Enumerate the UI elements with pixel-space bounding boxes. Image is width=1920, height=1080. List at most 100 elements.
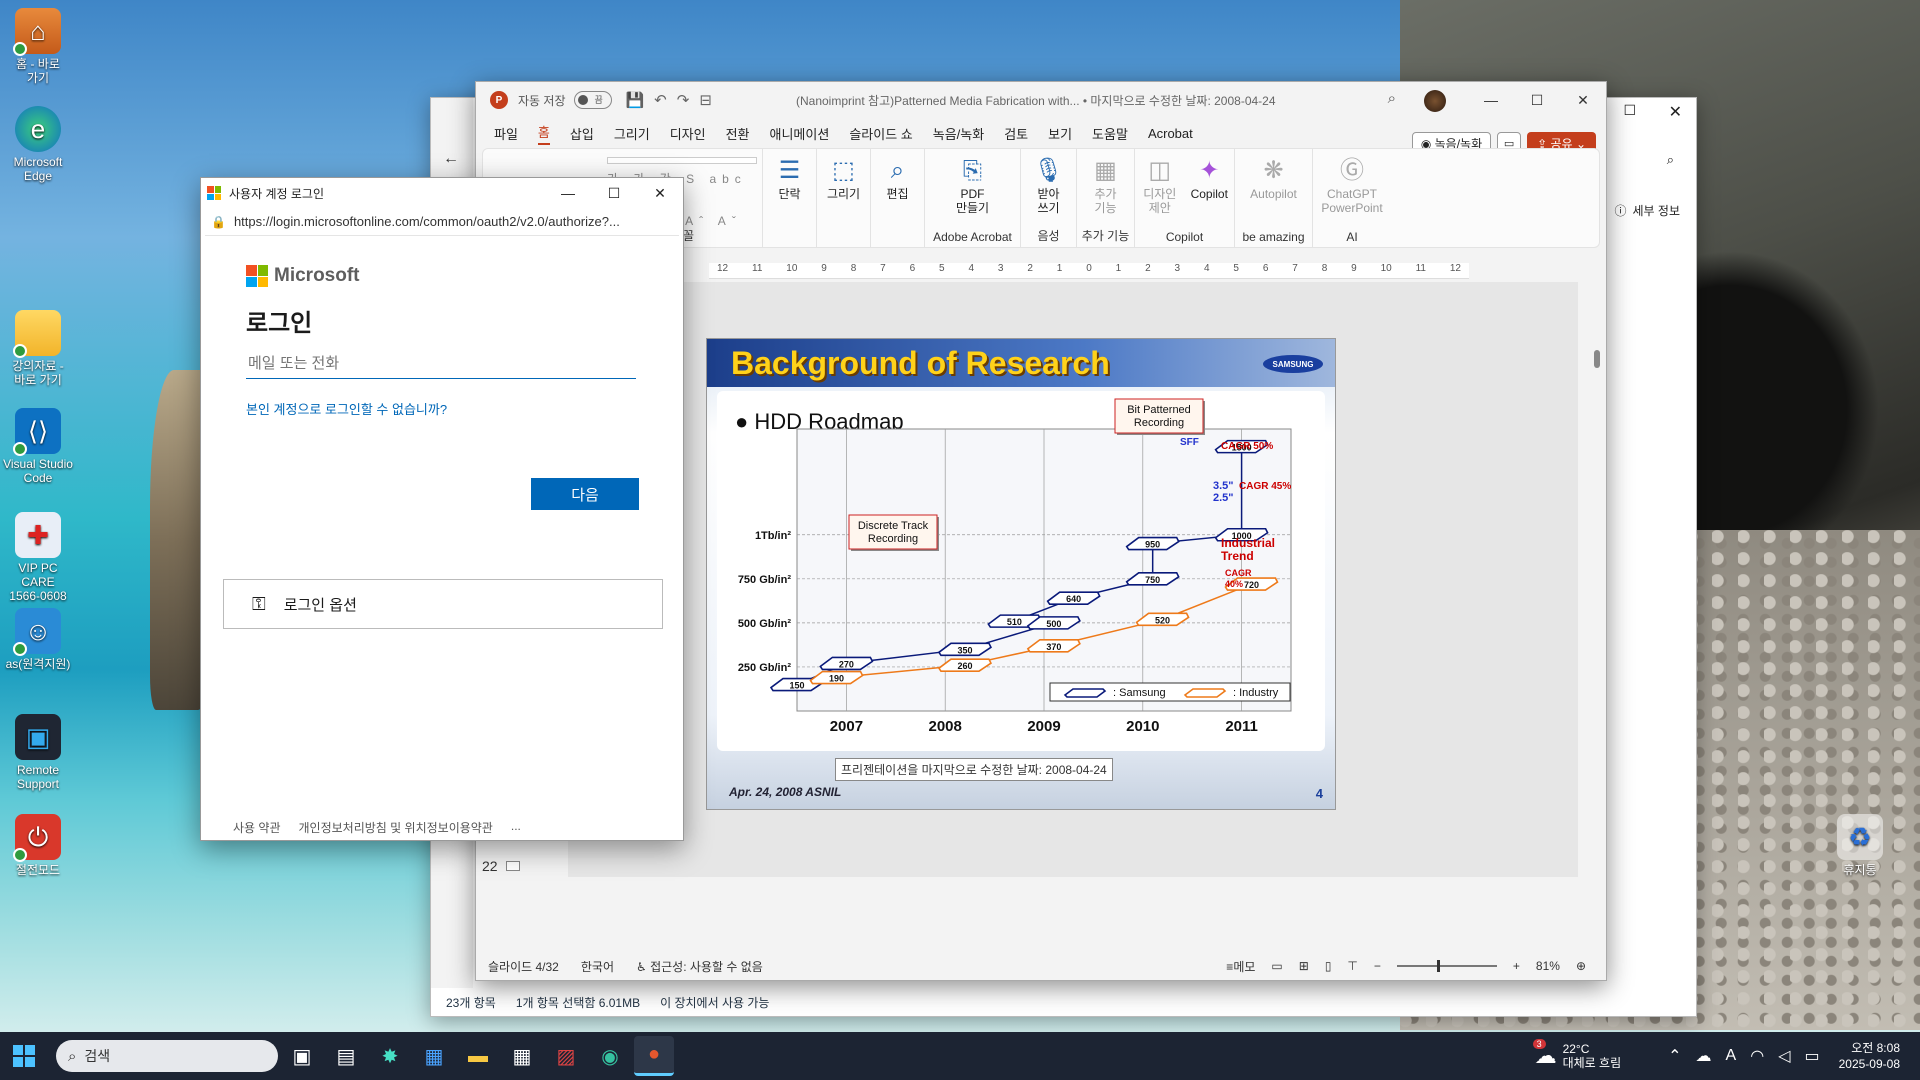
desktop-icon-label: 강의자료 - 바로 가기 bbox=[12, 359, 64, 387]
font-family-select[interactable] bbox=[607, 157, 757, 164]
signin-options-button[interactable]: ⚿ 로그인 옵션 bbox=[223, 579, 663, 629]
terms-link[interactable]: 사용 약관 bbox=[233, 819, 281, 836]
reading-view-icon[interactable]: ▯ bbox=[1325, 959, 1332, 973]
tab-view[interactable]: 보기 bbox=[1048, 124, 1072, 143]
volume-icon[interactable]: ◁ bbox=[1778, 1046, 1790, 1066]
tab-acrobat[interactable]: Acrobat bbox=[1148, 126, 1193, 141]
powerpoint-taskbar-icon[interactable]: ● bbox=[634, 1036, 674, 1076]
explorer-details-button[interactable]: ⓘ 세부 정보 bbox=[1614, 202, 1680, 219]
accessibility-status[interactable]: ♿ 접근성: 사용할 수 없음 bbox=[636, 958, 763, 975]
voice-group-label: 음성 bbox=[1037, 229, 1060, 243]
onedrive-icon[interactable]: ☁ bbox=[1696, 1046, 1712, 1066]
explorer-maximize-icon[interactable]: ☐ bbox=[1623, 102, 1636, 119]
chevron-up-icon[interactable]: ⌃ bbox=[1668, 1046, 1681, 1066]
ruler-tick: 7 bbox=[880, 263, 886, 274]
minimize-icon[interactable]: — bbox=[545, 178, 591, 208]
ribbon-group-paragraph: ☰ 단락 bbox=[763, 149, 817, 247]
draw-button[interactable]: ⬚ 그리기 bbox=[819, 155, 869, 201]
tab-slideshow[interactable]: 슬라이드 쇼 bbox=[849, 124, 912, 143]
desktop-icon-power[interactable]: ⏻ 절전모드 bbox=[2, 814, 74, 877]
tab-review[interactable]: 검토 bbox=[1004, 124, 1028, 143]
app-icon[interactable]: ▦ bbox=[414, 1036, 454, 1076]
autopilot-button[interactable]: ❋ Autopilot bbox=[1249, 155, 1299, 201]
explorer-back-button[interactable]: ← bbox=[443, 150, 459, 168]
maximize-icon[interactable]: ☐ bbox=[591, 178, 637, 208]
app-icon[interactable]: ▨ bbox=[546, 1036, 586, 1076]
tab-record[interactable]: 녹음/녹화 bbox=[933, 124, 984, 143]
desktop-icon-label: Microsoft Edge bbox=[13, 155, 63, 183]
normal-view-icon[interactable]: ▭ bbox=[1271, 959, 1282, 973]
chatgpt-button[interactable]: Ⓖ ChatGPT PowerPoint bbox=[1317, 155, 1387, 215]
zoom-slider[interactable] bbox=[1396, 960, 1497, 972]
ime-indicator[interactable]: A bbox=[1726, 1047, 1737, 1065]
app-icon[interactable]: ✸ bbox=[370, 1036, 410, 1076]
minimize-icon[interactable]: — bbox=[1468, 82, 1514, 118]
dictate-button[interactable]: 🎙 받아 쓰기 bbox=[1024, 155, 1074, 215]
next-button[interactable]: 다음 bbox=[531, 478, 639, 510]
tab-home[interactable]: 홈 bbox=[537, 122, 550, 145]
vertical-scrollbar[interactable] bbox=[1592, 282, 1602, 877]
zoom-in-button[interactable]: + bbox=[1513, 959, 1520, 973]
wifi-icon[interactable]: ◠ bbox=[1750, 1046, 1764, 1066]
create-pdf-button[interactable]: ⎘ PDF 만들기 bbox=[948, 155, 998, 215]
clock[interactable]: 오전 8:08 2025-09-08 bbox=[1839, 1040, 1900, 1072]
desktop-icon-remote-assist[interactable]: ☺ as(원격지원) bbox=[2, 608, 74, 671]
tab-transitions[interactable]: 전환 bbox=[726, 124, 750, 143]
close-icon[interactable]: ✕ bbox=[1560, 82, 1606, 118]
tab-animations[interactable]: 애니메이션 bbox=[770, 124, 830, 143]
desktop-icon-edge[interactable]: e Microsoft Edge bbox=[2, 106, 74, 183]
tab-help[interactable]: 도움말 bbox=[1092, 124, 1128, 143]
tab-design[interactable]: 디자인 bbox=[670, 124, 706, 143]
email-field[interactable] bbox=[246, 349, 636, 379]
data-label: 500 bbox=[1046, 619, 1061, 629]
maximize-icon[interactable]: ☐ bbox=[1514, 82, 1560, 118]
slideshow-view-icon[interactable]: ⊤ bbox=[1347, 959, 1357, 973]
desktop-icon-recycle-bin[interactable]: ♻ 휴지통 bbox=[1824, 814, 1896, 877]
notes-button[interactable]: ≡메모 bbox=[1226, 958, 1255, 975]
desktop-icon-vscode[interactable]: ⟨⟩ Visual Studio Code bbox=[2, 408, 74, 485]
language-indicator[interactable]: 한국어 bbox=[581, 958, 614, 975]
slide-thumbnail[interactable]: 22 bbox=[482, 858, 520, 874]
url-bar[interactable]: 🔒 https://login.microsoftonline.com/comm… bbox=[205, 208, 679, 236]
tab-insert[interactable]: 삽입 bbox=[570, 124, 594, 143]
file-explorer-icon[interactable]: ▬ bbox=[458, 1036, 498, 1076]
zoom-level[interactable]: 81% bbox=[1536, 959, 1560, 973]
avatar[interactable] bbox=[1424, 90, 1446, 112]
close-icon[interactable]: ✕ bbox=[637, 178, 683, 208]
search-icon[interactable]: ⌕ bbox=[1388, 90, 1396, 107]
addins-button[interactable]: ▦ 추가 기능 bbox=[1081, 155, 1131, 215]
edge-icon[interactable]: ◉ bbox=[590, 1036, 630, 1076]
quick-access-toolbar[interactable]: 💾↶↷⊟ bbox=[626, 91, 722, 109]
zoom-out-button[interactable]: − bbox=[1374, 959, 1381, 973]
desktop-icon-lecture-folder[interactable]: 강의자료 - 바로 가기 bbox=[2, 310, 74, 387]
paragraph-button[interactable]: ☰ 단락 bbox=[765, 155, 815, 201]
explorer-close-icon[interactable]: ✕ bbox=[1669, 102, 1682, 122]
designer-button[interactable]: ◫ 디자인 제안 bbox=[1135, 155, 1185, 215]
tab-draw[interactable]: 그리기 bbox=[614, 124, 650, 143]
slide[interactable]: Background of Research SAMSUNG ● HDD Roa… bbox=[706, 338, 1336, 810]
taskbar-search[interactable]: ⌕ 검색 bbox=[56, 1040, 278, 1072]
desktop-icon-pc-care[interactable]: ✚ VIP PC CARE 1566-0608 bbox=[2, 512, 74, 603]
sorter-view-icon[interactable]: ⊞ bbox=[1299, 959, 1309, 973]
edit-button[interactable]: ⌕ 편집 bbox=[873, 155, 923, 201]
cant-access-link[interactable]: 본인 계정으로 로그인할 수 없습니까? bbox=[246, 399, 447, 418]
task-view-icon[interactable]: ▣ bbox=[282, 1036, 322, 1076]
start-button[interactable] bbox=[0, 1032, 48, 1080]
copilot-button[interactable]: ✦ Copilot bbox=[1185, 155, 1235, 201]
explorer-search-icon[interactable]: ⌕ bbox=[1667, 152, 1674, 168]
privacy-link[interactable]: 개인정보처리방침 및 위치정보이용약관 bbox=[299, 819, 493, 836]
login-window[interactable]: 사용자 계정 로그인 — ☐ ✕ 🔒 https://login.microso… bbox=[200, 177, 684, 841]
desktop-icon-label: as(원격지원) bbox=[5, 657, 71, 671]
calculator-icon[interactable]: ▦ bbox=[502, 1036, 542, 1076]
weather-widget[interactable]: ☁ 3 22°C 대체로 흐림 bbox=[1532, 1039, 1621, 1070]
desktop-icon-home[interactable]: ⌂ 홈 - 바로 가기 bbox=[2, 8, 74, 85]
battery-icon[interactable]: ▭ bbox=[1804, 1046, 1819, 1066]
desktop-icon-remote-support[interactable]: ▣ Remote Support bbox=[2, 714, 74, 791]
fit-slide-icon[interactable]: ⊕ bbox=[1576, 959, 1586, 973]
x-tick-label: 2009 bbox=[1027, 718, 1060, 735]
store-icon[interactable]: ▤ bbox=[326, 1036, 366, 1076]
more-link[interactable]: ... bbox=[511, 819, 521, 836]
signin-options-label: 로그인 옵션 bbox=[283, 596, 357, 614]
autosave-toggle[interactable]: 끔 bbox=[573, 91, 612, 109]
tab-file[interactable]: 파일 bbox=[494, 124, 518, 143]
